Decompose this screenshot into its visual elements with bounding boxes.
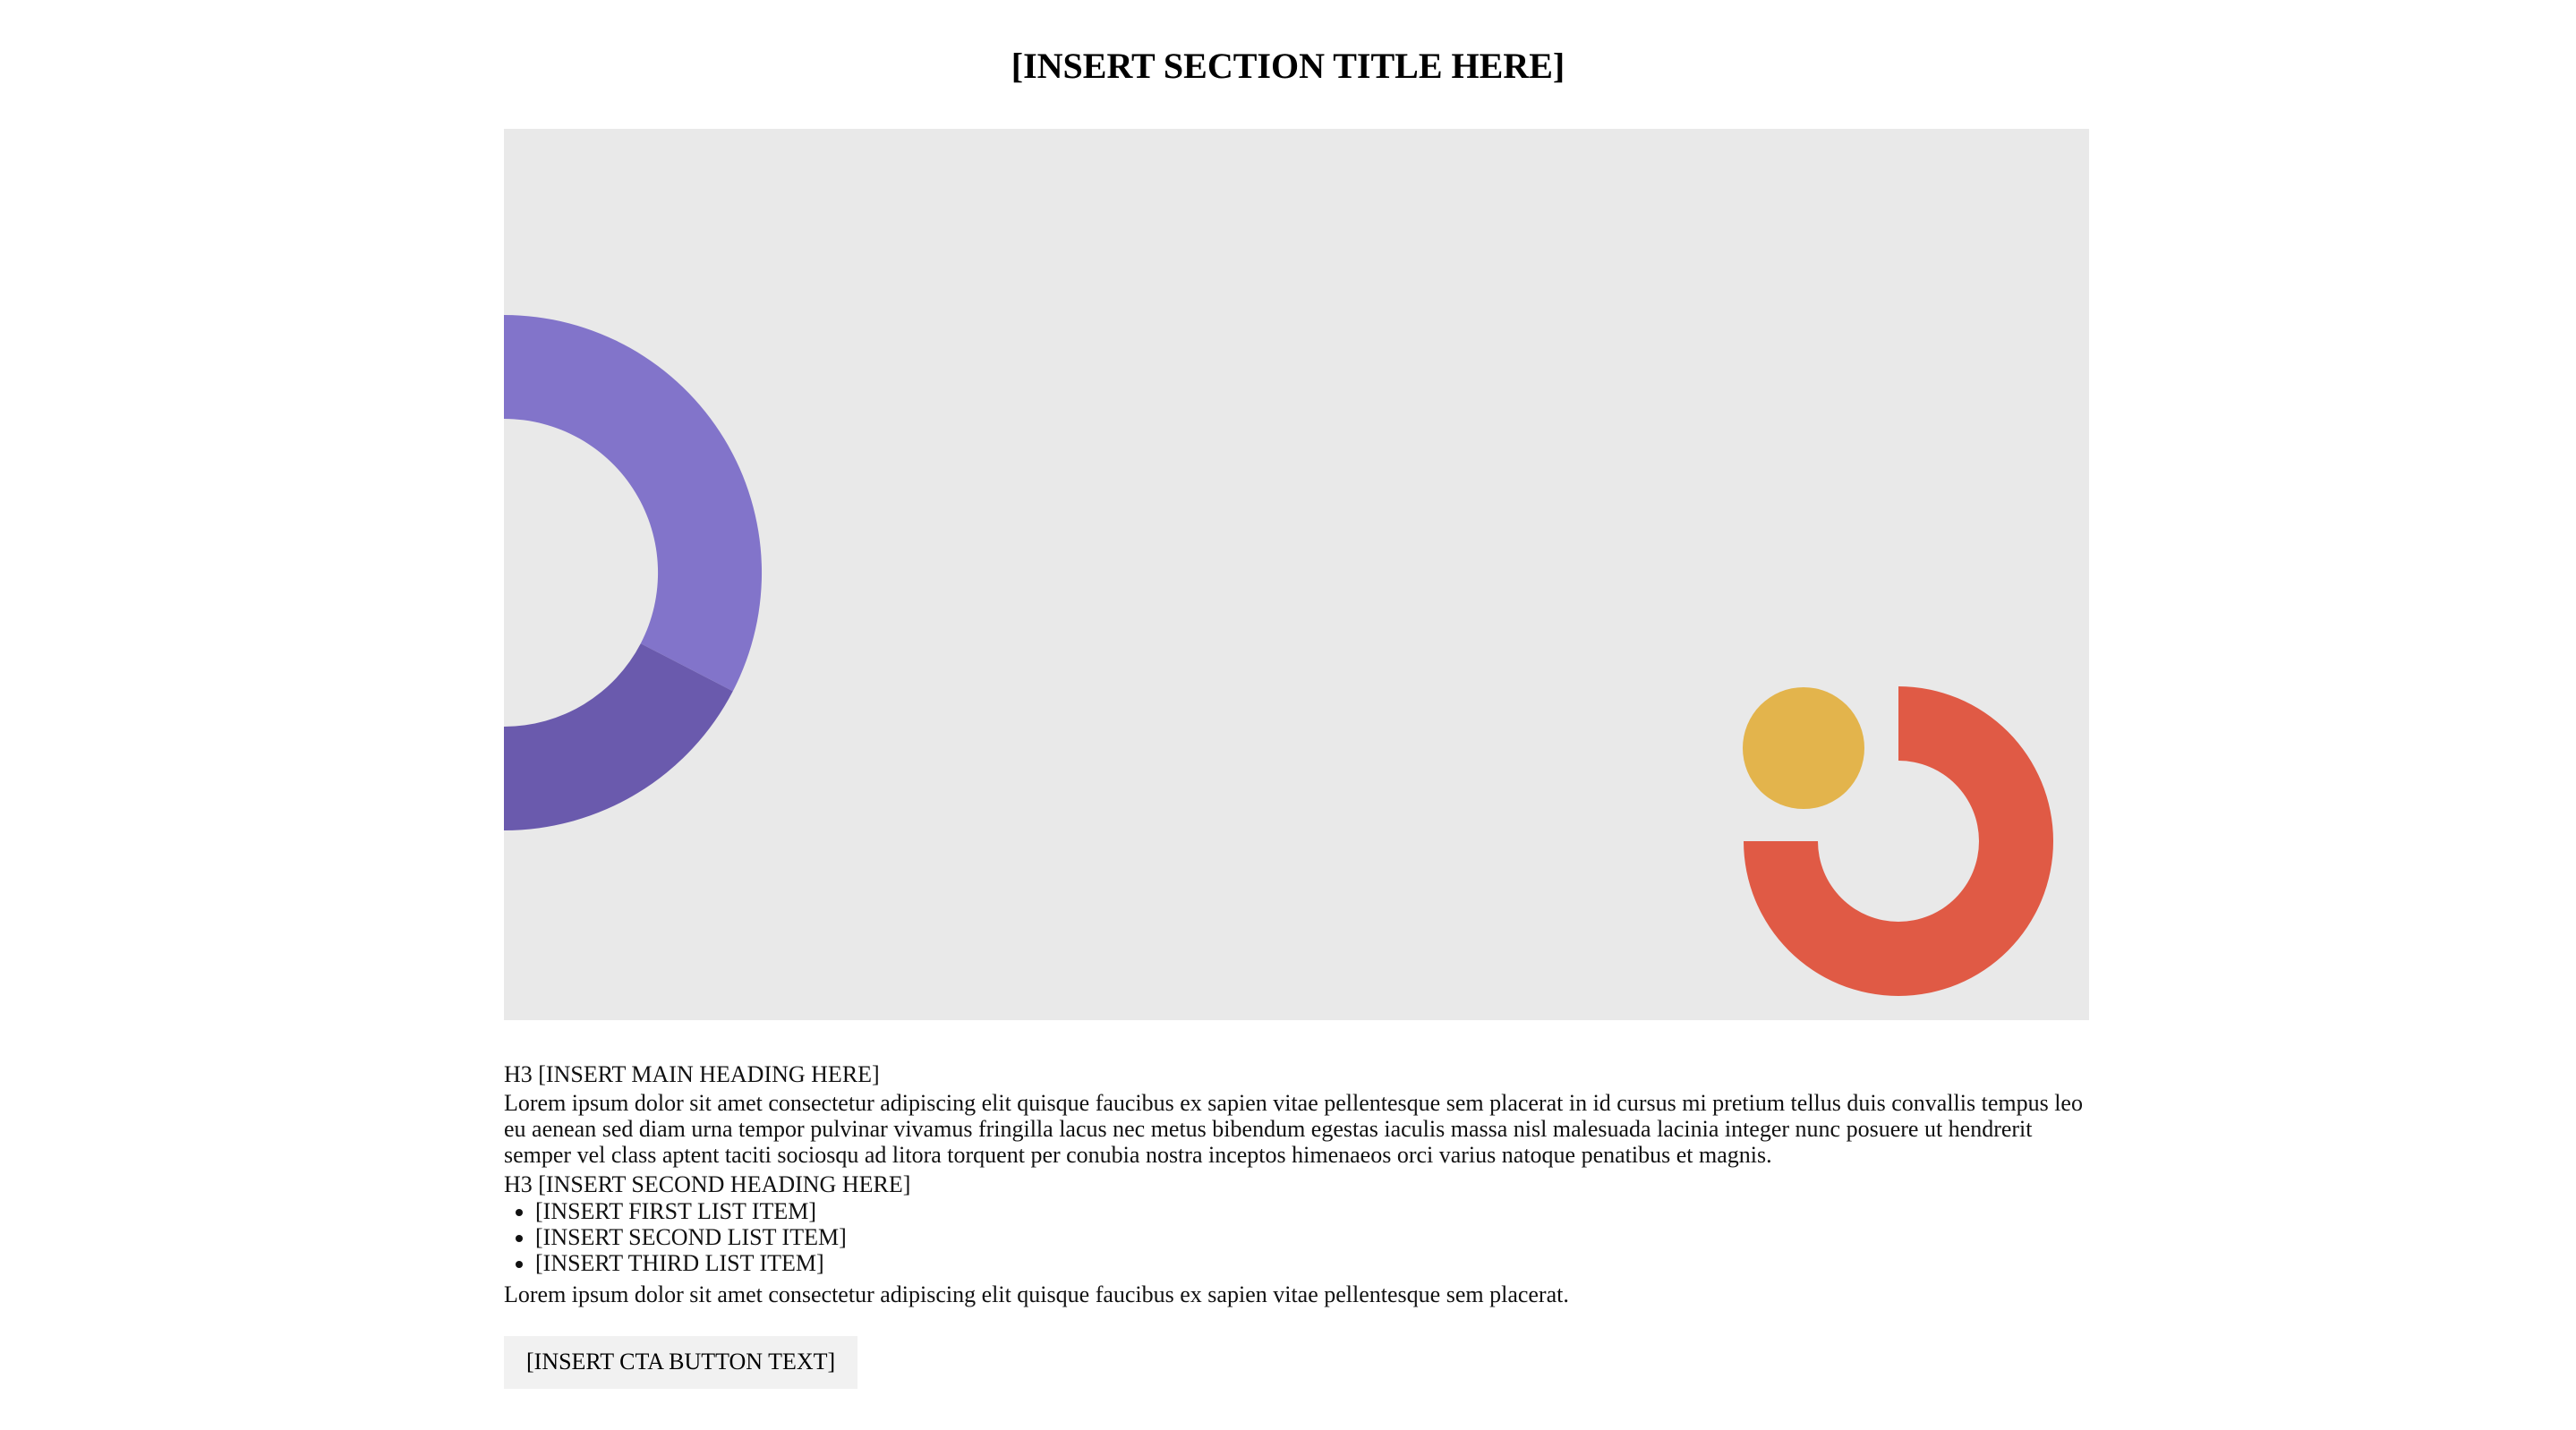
- list-item: [INSERT THIRD LIST ITEM]: [535, 1250, 2089, 1276]
- list-item: [INSERT FIRST LIST ITEM]: [535, 1198, 2089, 1224]
- content-block: H3 [INSERT MAIN HEADING HERE] Lorem ipsu…: [504, 1061, 2089, 1389]
- second-heading: H3 [INSERT SECOND HEADING HERE]: [504, 1171, 911, 1197]
- list-item: [INSERT SECOND LIST ITEM]: [535, 1224, 2089, 1250]
- yellow-circle: [1743, 687, 1864, 809]
- purple-ring-light-segment: [504, 315, 763, 692]
- body-paragraph-2: Lorem ipsum dolor sit amet consectetur a…: [504, 1281, 1569, 1307]
- hero-graphic: [504, 315, 2053, 996]
- bullet-list: [INSERT FIRST LIST ITEM] [INSERT SECOND …: [504, 1198, 2089, 1276]
- page: [INSERT SECTION TITLE HERE] H3 [INSERT M…: [0, 0, 2576, 1430]
- cta-button[interactable]: [INSERT CTA BUTTON TEXT]: [504, 1336, 858, 1389]
- section-title: [INSERT SECTION TITLE HERE]: [1011, 46, 1565, 86]
- hero-illustration: [504, 129, 2089, 1020]
- main-heading: H3 [INSERT MAIN HEADING HERE]: [504, 1061, 880, 1087]
- body-paragraph-1: Lorem ipsum dolor sit amet consectetur a…: [504, 1090, 2083, 1168]
